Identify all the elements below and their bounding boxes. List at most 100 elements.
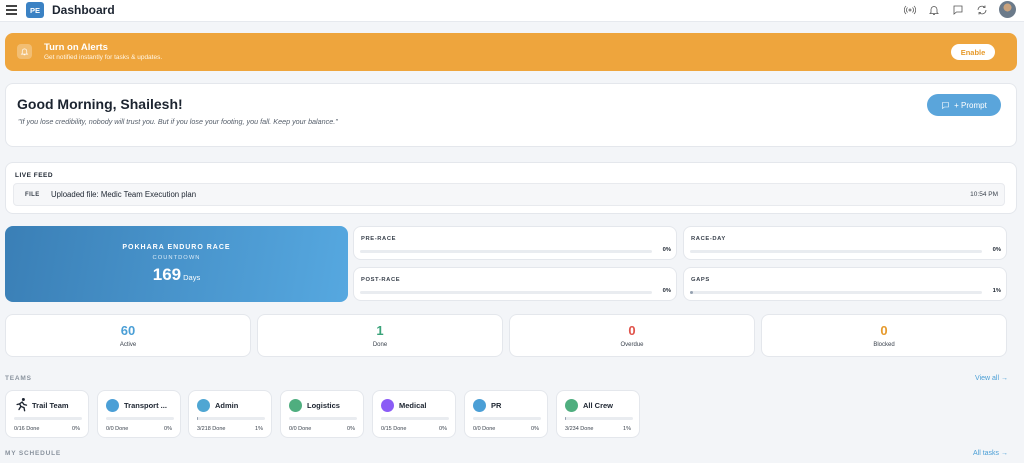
- team-percent: 0%: [531, 426, 539, 432]
- countdown-unit: Days: [183, 273, 201, 282]
- prompt-button-label: + Prompt: [954, 100, 987, 110]
- broadcast-icon[interactable]: [903, 3, 917, 17]
- stat-card-done[interactable]: 1 Done: [257, 314, 503, 357]
- team-color-dot: [381, 399, 394, 412]
- team-done-count: 0/0 Done: [473, 426, 496, 432]
- team-percent: 0%: [164, 426, 172, 432]
- app-logo[interactable]: PE: [26, 2, 44, 18]
- phase-card-race-day[interactable]: RACE-DAY 0%: [683, 226, 1007, 260]
- greeting-card: Good Morning, Shailesh! "If you lose cre…: [5, 83, 1017, 147]
- greeting-title: Good Morning, Shailesh!: [17, 96, 183, 112]
- refresh-icon[interactable]: [975, 3, 989, 17]
- stat-card-blocked[interactable]: 0 Blocked: [761, 314, 1007, 357]
- team-percent: 1%: [623, 426, 631, 432]
- all-tasks-link[interactable]: All tasks →: [973, 450, 1008, 457]
- team-name: Medical: [399, 401, 427, 410]
- feed-item-text: Uploaded file: Medic Team Execution plan: [51, 190, 197, 199]
- team-name: Trail Team: [32, 401, 69, 410]
- stat-value: 1: [376, 323, 384, 338]
- team-color-dot: [473, 399, 486, 412]
- stat-card-active[interactable]: 60 Active: [5, 314, 251, 357]
- team-progress-bar: [381, 417, 449, 420]
- top-bar: PE Dashboard: [0, 0, 1024, 22]
- greeting-quote: "If you lose credibility, nobody will tr…: [18, 117, 338, 126]
- team-card-admin[interactable]: Admin 3/218 Done 1%: [188, 390, 272, 438]
- stat-value: 0: [880, 323, 888, 338]
- phase-percent: 0%: [992, 247, 1001, 253]
- schedule-section-label: MY SCHEDULE: [5, 450, 61, 457]
- feed-item-tag: FILE: [25, 192, 40, 198]
- team-done-count: 0/0 Done: [289, 426, 312, 432]
- team-progress-bar: [289, 417, 357, 420]
- team-card-pr[interactable]: PR 0/0 Done 0%: [464, 390, 548, 438]
- stat-value: 0: [628, 323, 636, 338]
- team-done-count: 0/16 Done: [14, 426, 40, 432]
- phase-percent: 0%: [662, 288, 671, 294]
- team-done-count: 0/15 Done: [381, 426, 407, 432]
- team-percent: 1%: [255, 426, 263, 432]
- team-name: All Crew: [583, 401, 614, 410]
- phase-card-pre-race[interactable]: PRE-RACE 0%: [353, 226, 677, 260]
- team-color-dot: [197, 399, 210, 412]
- team-percent: 0%: [347, 426, 355, 432]
- page-title: Dashboard: [52, 3, 115, 17]
- menu-icon[interactable]: [6, 5, 17, 15]
- team-done-count: 3/218 Done: [197, 426, 226, 432]
- stat-card-overdue[interactable]: 0 Overdue: [509, 314, 755, 357]
- team-progress-bar: [473, 417, 541, 420]
- team-card-trail-team[interactable]: Trail Team 0/16 Done 0%: [5, 390, 89, 438]
- feed-item[interactable]: FILE Uploaded file: Medic Team Execution…: [13, 183, 1005, 206]
- team-name: Admin: [215, 401, 239, 410]
- team-card-logistics[interactable]: Logistics 0/0 Done 0%: [280, 390, 364, 438]
- team-card-transport[interactable]: Transport ... 0/0 Done 0%: [97, 390, 181, 438]
- live-feed: LIVE FEED FILE Uploaded file: Medic Team…: [5, 162, 1017, 214]
- phase-name: POST-RACE: [361, 277, 401, 283]
- team-color-dot: [289, 399, 302, 412]
- phase-percent: 1%: [992, 288, 1001, 294]
- team-progress-bar: [197, 417, 265, 420]
- team-card-medical[interactable]: Medical 0/15 Done 0%: [372, 390, 456, 438]
- team-progress-bar: [106, 417, 174, 420]
- enable-alerts-button[interactable]: Enable: [951, 44, 995, 60]
- stat-label: Blocked: [873, 342, 895, 348]
- prompt-button[interactable]: + Prompt: [927, 94, 1001, 116]
- alert-subtitle: Get notified instantly for tasks & updat…: [44, 54, 163, 61]
- phase-card-gaps[interactable]: GAPS 1%: [683, 267, 1007, 301]
- phase-progress-bar: [360, 291, 652, 294]
- stat-label: Done: [372, 342, 388, 348]
- team-percent: 0%: [439, 426, 447, 432]
- bell-icon: [17, 44, 32, 59]
- team-color-dot: [106, 399, 119, 412]
- phase-progress-bar: [690, 291, 982, 294]
- team-progress-bar: [14, 417, 82, 420]
- user-avatar[interactable]: [999, 1, 1016, 18]
- alerts-banner: Turn on Alerts Get notified instantly fo…: [5, 33, 1017, 71]
- phase-card-post-race[interactable]: POST-RACE 0%: [353, 267, 677, 301]
- chat-icon[interactable]: [951, 3, 965, 17]
- team-percent: 0%: [72, 426, 80, 432]
- race-name: POKHARA ENDURO RACE: [122, 244, 231, 251]
- countdown-label: COUNTDOWN: [152, 255, 201, 261]
- phase-name: RACE-DAY: [691, 236, 726, 242]
- phase-progress-bar: [360, 250, 652, 253]
- team-card-all-crew[interactable]: All Crew 3/234 Done 1%: [556, 390, 640, 438]
- teams-section-label: TEAMS: [5, 375, 32, 382]
- stat-label: Overdue: [620, 342, 644, 348]
- phase-progress-bar: [690, 250, 982, 253]
- stat-label: Active: [119, 342, 137, 348]
- alert-title: Turn on Alerts: [44, 42, 108, 53]
- bell-icon[interactable]: [927, 3, 941, 17]
- team-name: PR: [491, 401, 502, 410]
- phase-name: GAPS: [691, 277, 710, 283]
- running-person-icon: [16, 398, 28, 412]
- feed-item-time: 10:54 PM: [970, 191, 998, 198]
- team-name: Logistics: [307, 401, 340, 410]
- team-done-count: 0/0 Done: [106, 426, 129, 432]
- team-color-dot: [565, 399, 578, 412]
- team-name: Transport ...: [124, 401, 167, 410]
- team-progress-bar: [565, 417, 633, 420]
- countdown-value: 169: [152, 265, 182, 284]
- phase-percent: 0%: [662, 247, 671, 253]
- live-feed-heading: LIVE FEED: [15, 172, 54, 179]
- view-all-teams-link[interactable]: View all →: [975, 375, 1008, 382]
